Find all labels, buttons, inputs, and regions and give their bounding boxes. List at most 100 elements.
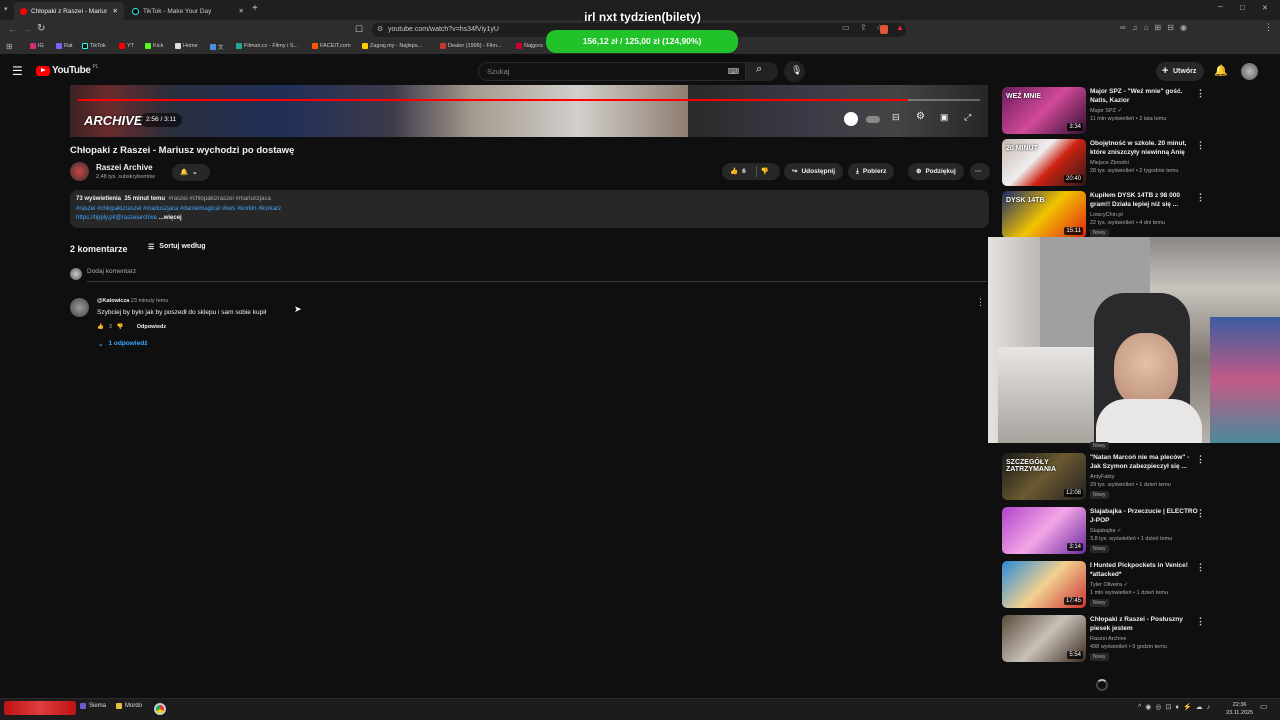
avatar[interactable] [1241,63,1258,80]
description-box[interactable]: 73 wyświetlenia 35 minut temu #raszei #c… [70,190,989,228]
bookmark-star-icon[interactable]: ☐ [355,24,363,35]
bookmark-tiktok[interactable]: TikTok [82,43,106,49]
hamburger-menu-icon[interactable]: ☰ [12,64,23,78]
new-tab-icon[interactable]: + [252,3,258,14]
youtube-logo[interactable]: YouTube PL [36,64,99,76]
thanks-button[interactable]: ⊕ Podziękuj [908,163,964,180]
video-menu-icon[interactable]: ⋮ [1196,508,1205,519]
taskbar-app[interactable]: Mordo [116,703,142,709]
show-more-link[interactable]: ...więcej [159,215,182,221]
video-thumbnail[interactable]: SZCZEGÓŁY ZATRZYMANIA 12:08 [1002,453,1086,500]
notifications-bell-icon[interactable]: 🔔 [1214,64,1228,77]
bookmark-faceit[interactable]: FACEIT.com [312,43,351,49]
shield-icon[interactable] [880,25,888,34]
site-info-icon[interactable]: ⚙ [377,23,383,37]
related-video-item[interactable]: SZCZEGÓŁY ZATRZYMANIA 12:08 "Natan Marcoń … [1002,453,1272,501]
hashtags[interactable]: #raszei #chłopakizraszei #mariuszjaca #d… [76,205,983,215]
add-comment-input[interactable]: Dodaj komentarz [87,268,987,282]
like-button[interactable]: 👍 6 👎 [722,163,780,180]
bookmark-ig[interactable]: IG [30,43,44,49]
sort-button[interactable]: ☰ Sortuj według [148,243,206,251]
related-video-title[interactable]: "Natan Marcoń nie ma pleców" - Jak Szymo… [1090,453,1200,471]
related-video-channel[interactable]: Raszei Archive [1090,636,1126,642]
create-button[interactable]: + Utwórz [1156,62,1204,81]
comment-time[interactable]: 23 minuty temu [131,298,169,304]
bookmark-dealer[interactable]: Dealer (1996) - Film... [440,43,502,49]
related-video-channel[interactable]: LowcyChin.pl [1090,212,1123,218]
related-video-title[interactable]: Major SPZ - "Weź mnie" gość. Natis, Kazi… [1090,87,1200,105]
bookmark-yt[interactable]: YT [119,43,134,49]
related-video-channel[interactable]: AntyFakty [1090,474,1114,480]
share-button[interactable]: ↪ Udostępnij [784,163,844,180]
tab-close-icon[interactable]: ✕ [239,7,244,15]
reply-button[interactable]: Odpowiedz [137,324,166,330]
video-menu-icon[interactable]: ⋮ [1196,562,1205,573]
related-video-title[interactable]: Kupiłem DYSK 14TB z 98 000 gram!! Działa… [1090,191,1200,209]
comment-dislike-icon[interactable]: 👎 [117,324,124,330]
keyboard-icon[interactable]: ⌨ [727,63,739,80]
back-icon[interactable]: ← [8,24,17,34]
video-thumbnail[interactable]: 5:54 [1002,615,1086,662]
video-menu-icon[interactable]: ⋮ [1196,140,1205,151]
video-menu-icon[interactable]: ⋮ [1196,192,1205,203]
search-input[interactable]: Szukaj ⌨ [478,62,746,81]
related-video-title[interactable]: Chłopaki z Raszei - Posłuszny piesek jes… [1090,615,1200,633]
tab-search-icon[interactable]: ▾ [4,5,8,13]
system-tray-icons[interactable]: ^◉◎⊡♦⚡☁♪ [1138,703,1214,711]
reload-icon[interactable]: ↻ [37,23,45,34]
miniplayer-icon[interactable]: ▣ [940,112,949,123]
related-video-channel[interactable]: Slajabajka ✓ [1090,528,1122,534]
settings-gear-icon[interactable]: ⚙ [916,111,925,122]
voice-search-button[interactable]: 🎙 [784,61,805,82]
minimize-icon[interactable]: ─ [1218,4,1223,11]
related-video-item[interactable]: DYSK 14TB 15:11 Kupiłem DYSK 14TB z 98 000… [1002,191,1272,239]
autoplay-toggle[interactable] [866,116,880,123]
tab-youtube[interactable]: Chłopaki z Raszei - Mariusz wyc ✕ [14,2,124,20]
video-thumbnail[interactable]: 17:45 [1002,561,1086,608]
subscription-bell-button[interactable]: 🔔 ⌄ [172,164,210,181]
related-video-title[interactable]: Slajabajka - Przeczucie | ELECTRO J-POP [1090,507,1200,525]
chrome-taskbar-icon[interactable] [154,703,166,715]
forward-icon[interactable]: → [23,24,32,34]
video-thumbnail[interactable]: 3:14 [1002,507,1086,554]
channel-name[interactable]: Raszei Archive [96,163,153,172]
related-video-item[interactable]: 3:14 Slajabajka - Przeczucie | ELECTRO J-… [1002,507,1272,555]
close-window-icon[interactable]: ✕ [1262,4,1268,12]
related-video-channel[interactable]: Miejsce Zbrodni [1090,160,1129,166]
bookmark-kick[interactable]: Kick [145,43,163,49]
bookmark-home[interactable]: Home [175,43,198,49]
comment-author[interactable]: @Katowicza [97,298,129,304]
tipply-link[interactable]: https://tipply.pl/@raszeiarchive [76,215,157,221]
extension-icon[interactable]: ▭ [842,23,850,32]
warning-icon[interactable]: ▲ [896,23,904,32]
video-menu-icon[interactable]: ⋮ [1196,454,1205,465]
extensions-tray-icon[interactable]: ∞♫⌂⊞⊟◉ [1120,23,1193,32]
subtitles-icon[interactable]: ⊟ [892,112,900,123]
related-video-channel[interactable]: Tyler Oliveira ✓ [1090,582,1128,588]
comment-author-avatar[interactable] [70,298,89,317]
tab-tiktok[interactable]: TikTok - Make Your Day ✕ [126,2,250,20]
menu-icon[interactable]: ⋮ [1264,22,1273,33]
apps-grid-icon[interactable]: ⊞ [6,42,13,51]
more-actions-button[interactable]: ··· [970,163,990,180]
fullscreen-icon[interactable]: ⤢ [964,112,971,123]
play-queue-icon[interactable] [844,112,858,126]
search-button[interactable]: ⌕ [746,62,778,81]
taskbar-app[interactable]: Siema [80,703,106,709]
bookmark-zagraj[interactable]: Zagraj.my - Najleps... [362,43,422,49]
related-video-channel[interactable]: Major SPZ ✓ [1090,108,1122,114]
notification-center-icon[interactable]: ▭ [1260,702,1268,711]
related-video-item[interactable]: 20 MINUT 20:40 Obojętność w szkole. 20 min… [1002,139,1272,187]
video-player[interactable]: ARCHIVE 2:56 / 3:11 ⊟ ⚙ ▣ ⤢ [70,85,988,137]
video-thumbnail[interactable]: WEŹ MNIE 3:34 [1002,87,1086,134]
comment-menu-icon[interactable]: ⋮ [976,297,985,308]
comment-like-icon[interactable]: 👍 [97,324,104,330]
bookmark-filman[interactable]: Filman.cc - Filmy i S... [236,43,298,49]
maximize-icon[interactable]: □ [1240,3,1245,12]
tab-close-icon[interactable]: ✕ [113,7,118,15]
thumbs-down-icon[interactable]: 👎 [761,163,769,180]
related-video-item[interactable]: WEŹ MNIE 3:34 Major SPZ - "Weź mnie" gość.… [1002,87,1272,135]
share-icon[interactable]: ⇪ [860,23,867,32]
video-menu-icon[interactable]: ⋮ [1196,616,1205,627]
video-thumbnail[interactable]: DYSK 14TB 15:11 [1002,191,1086,238]
